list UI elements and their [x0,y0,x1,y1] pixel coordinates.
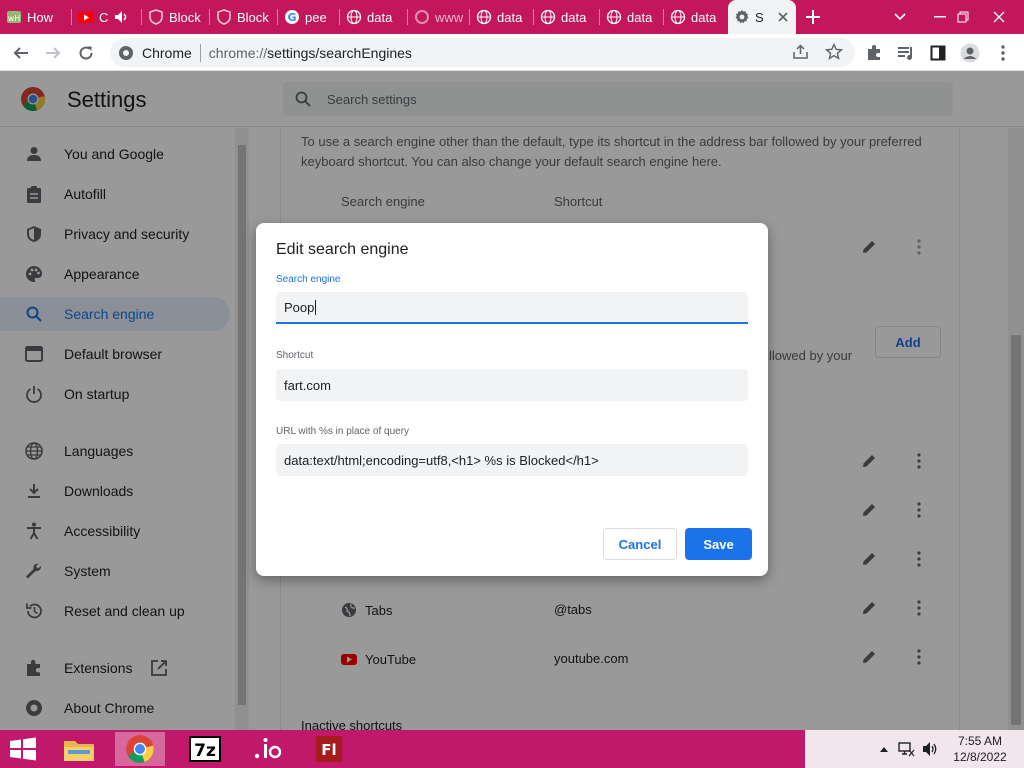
url-field-label: URL with %s in place of query [276,426,410,437]
shield-icon [148,9,164,25]
speaker-icon[interactable] [113,9,129,25]
window-close-button[interactable] [976,0,1022,34]
close-icon[interactable] [777,11,789,23]
tab-search-icon[interactable] [885,0,915,34]
chrome-site-icon [118,45,134,61]
svg-text:7z: 7z [194,741,216,761]
restore-button[interactable] [948,0,978,34]
tab-title: data [497,9,523,25]
tab-title: data [367,9,393,25]
tab-data-1[interactable]: data [340,0,408,34]
volume-icon[interactable] [921,740,939,758]
youtube-icon [78,9,94,25]
tab-title: S [755,9,764,25]
svg-text:wH: wH [8,14,21,23]
system-clock[interactable]: 7:55 AM 12/8/2022 [940,733,1020,765]
browser-toolbar: Chrome chrome://settings/searchEngines [0,34,1024,71]
tab-google[interactable]: G pee [278,0,340,34]
share-icon[interactable] [792,44,810,60]
windows-taskbar: 7z Fl 7:55 AM 12/8/2022 [0,730,1024,768]
tab-youtube[interactable]: C [72,0,142,34]
tab-title: data [627,9,653,25]
shortcut-field-label: Shortcut [276,350,314,361]
wikihow-icon: wH [6,9,22,25]
network-icon[interactable] [897,740,915,758]
side-panel-icon[interactable] [925,40,951,66]
tab-settings[interactable]: S [728,0,796,34]
globe-icon [476,9,492,25]
cancel-button[interactable]: Cancel [603,528,677,560]
url-path: settings/searchEngines [267,44,412,61]
svg-text:G: G [287,11,296,24]
gear-icon [734,9,750,25]
search-engine-field[interactable]: Poop [276,292,748,324]
tab-title: www [435,9,464,25]
site-chip-label: Chrome [142,44,192,61]
globe-icon [606,9,622,25]
tab-data-4[interactable]: data [600,0,664,34]
tab-title: data [691,9,717,25]
io-icon[interactable] [240,732,290,766]
text-caret [315,299,317,315]
shield-icon [216,9,232,25]
tab-wikihow[interactable]: wH How [0,0,72,34]
extensions-puzzle-icon[interactable] [861,40,887,66]
bookmark-star-icon[interactable] [825,43,843,61]
media-queue-icon[interactable] [893,40,919,66]
clock-date: 12/8/2022 [953,750,1007,764]
address-bar[interactable]: Chrome chrome://settings/searchEngines [110,38,855,67]
reload-button[interactable] [73,40,99,66]
tab-title: Block [237,9,269,25]
tab-data-3[interactable]: data [534,0,600,34]
globe-icon [346,9,362,25]
svg-text:Fl: Fl [321,741,336,759]
tab-title: data [561,9,587,25]
tab-data-5[interactable]: data [664,0,728,34]
tab-data-2[interactable]: data [470,0,534,34]
tab-title: Block [169,9,201,25]
url-field[interactable]: data:text/html;encoding=utf8,<h1> %s is … [276,444,748,476]
google-icon: G [284,9,300,25]
profile-avatar-icon[interactable] [957,40,983,66]
back-button[interactable] [8,40,34,66]
dialog-title: Edit search engine [276,241,409,258]
shortcut-field[interactable]: fart.com [276,369,748,401]
loading-icon [414,9,430,25]
url-scheme: chrome:// [208,44,268,61]
search-engine-field-label: Search engine [276,274,341,285]
tab-title: C [99,9,109,25]
new-tab-button[interactable] [796,0,830,34]
7zip-icon[interactable]: 7z [180,732,230,766]
show-hidden-icons-chevron-icon[interactable] [875,740,893,758]
file-explorer-icon[interactable] [54,732,104,766]
clock-time: 7:55 AM [957,734,1003,748]
menu-kebab-icon[interactable] [990,40,1016,66]
save-button[interactable]: Save [685,528,752,560]
tab-title: How [27,9,54,25]
tab-www[interactable]: www [408,0,470,34]
tab-block-1[interactable]: Block [142,0,210,34]
tab-title: pee [305,9,327,25]
tab-block-2[interactable]: Block [210,0,278,34]
tab-strip: wH How C Block Block G pee data www data [0,0,1024,34]
windows-start-button[interactable] [8,737,38,761]
globe-icon [670,9,686,25]
forward-button[interactable] [40,40,66,66]
flash-icon[interactable]: Fl [304,732,354,766]
edit-search-engine-dialog: Edit search engine Search engine Poop Sh… [256,223,768,576]
globe-icon [540,9,556,25]
chrome-taskbar-icon[interactable] [115,732,165,766]
